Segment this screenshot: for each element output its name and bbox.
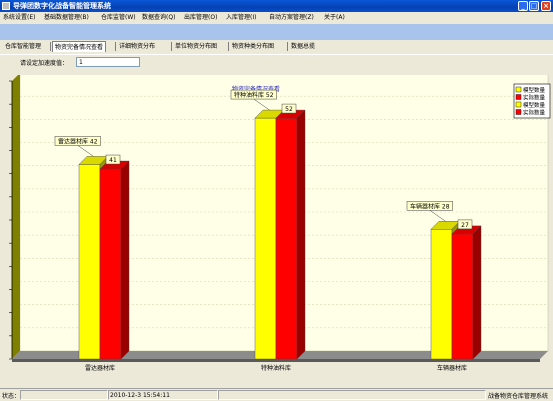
legend-swatch <box>515 86 522 93</box>
tab-strip: 仓库智能管理 物资完备情况查看 详细物资分布 单位物资分布图 物资种类分布图 数… <box>0 40 553 54</box>
data-label: 车辆器材库 28 <box>410 202 450 210</box>
legend-swatch <box>515 94 522 100</box>
tab-separator <box>115 42 116 51</box>
menu-data-query[interactable]: 数据查询(Q) <box>142 12 175 24</box>
x-tick-label: 特种油料库 <box>261 364 291 371</box>
legend-swatch <box>515 101 522 108</box>
close-button[interactable]: × <box>541 1 551 11</box>
status-datetime: 2010-12-3 15:54:11 <box>110 392 170 399</box>
bar-actual-2 <box>275 117 298 360</box>
maximize-button[interactable]: □ <box>529 1 539 11</box>
bar-actual-3 <box>451 233 474 360</box>
completeness-chart: 物资完备情况查看雷达器材库 4241雷达器材库特种油料库 5252特种油料库车辆… <box>9 75 551 371</box>
speed-input[interactable] <box>76 57 140 67</box>
bar-actual-1 <box>99 168 122 360</box>
menu-outbound[interactable]: 出库管理(O) <box>184 12 217 24</box>
menu-system-settings[interactable]: 系统设置(E) <box>3 12 35 24</box>
legend-entry: 实际数量 <box>523 109 546 117</box>
tab-separator <box>228 42 229 51</box>
title-bar: 导弹团数字化战备智能管理系统 _ □ × <box>0 0 553 12</box>
chart-left-wall <box>12 75 20 359</box>
status-cell-blank <box>218 390 486 400</box>
legend-entry: 模型数量 <box>523 86 546 94</box>
tab-completeness-view[interactable]: 物资完备情况查看 <box>52 41 107 52</box>
menu-bar: 系统设置(E) 基础数据管理(B) 仓库监管(W) 数据查询(Q) 出库管理(O… <box>0 12 553 24</box>
tab-separator <box>287 42 288 51</box>
menu-inbound[interactable]: 入库管理(I) <box>226 12 256 24</box>
tab-separator <box>50 42 51 51</box>
tab-detail-distribution[interactable]: 详细物资分布 <box>117 41 157 52</box>
tab-data-overview[interactable]: 数据总揽 <box>289 41 317 52</box>
chart-floor-edge <box>12 359 540 362</box>
status-system-name: 战备物资仓库管理系统 <box>488 393 549 400</box>
app-icon <box>2 2 10 10</box>
x-tick-label: 雷达器材库 <box>85 364 115 371</box>
bar-model-3 <box>430 229 453 360</box>
menu-basic-data[interactable]: 基础数据管理(B) <box>44 12 89 24</box>
status-bar: 状态： 2010-12-3 15:54:11 战备物资仓库管理系统 <box>0 388 553 401</box>
bar-model-1 <box>78 164 101 360</box>
status-cell-message <box>20 390 108 400</box>
data-label: 41 <box>109 157 117 164</box>
data-label: 雷达器材库 42 <box>58 137 98 145</box>
legend-entry: 模型数量 <box>523 101 546 109</box>
bar-side-actual-3 <box>472 225 482 360</box>
data-label: 27 <box>461 222 469 229</box>
bar-side-actual-1 <box>120 160 130 360</box>
x-tick-label: 车辆器材库 <box>437 364 467 371</box>
minimize-button[interactable]: _ <box>518 1 528 11</box>
tab-type-distribution[interactable]: 物资种类分布图 <box>230 41 276 52</box>
bar-side-actual-2 <box>296 109 306 360</box>
data-label: 特种油料库 52 <box>234 91 274 99</box>
tab-separator <box>171 42 172 51</box>
legend-entry: 实际数量 <box>523 94 546 102</box>
legend-swatch <box>515 109 522 115</box>
status-cell-datetime: 2010-12-3 15:54:11 <box>108 390 218 400</box>
toolbar-band <box>0 24 553 40</box>
menu-about[interactable]: 关于(A) <box>324 12 345 24</box>
speed-label: 请设定加速度值： <box>20 60 69 67</box>
menu-auto-plan[interactable]: 自动方案管理(Z) <box>269 12 314 24</box>
data-label: 52 <box>285 106 293 113</box>
tab-unit-distribution[interactable]: 单位物资分布图 <box>173 41 219 52</box>
tab-warehouse-intelligent[interactable]: 仓库智能管理 <box>3 41 43 52</box>
menu-warehouse-monitor[interactable]: 仓库监管(W) <box>101 12 136 24</box>
window-title: 导弹团数字化战备智能管理系统 <box>13 2 111 10</box>
status-label: 状态： <box>2 393 21 400</box>
bar-model-2 <box>254 117 277 360</box>
